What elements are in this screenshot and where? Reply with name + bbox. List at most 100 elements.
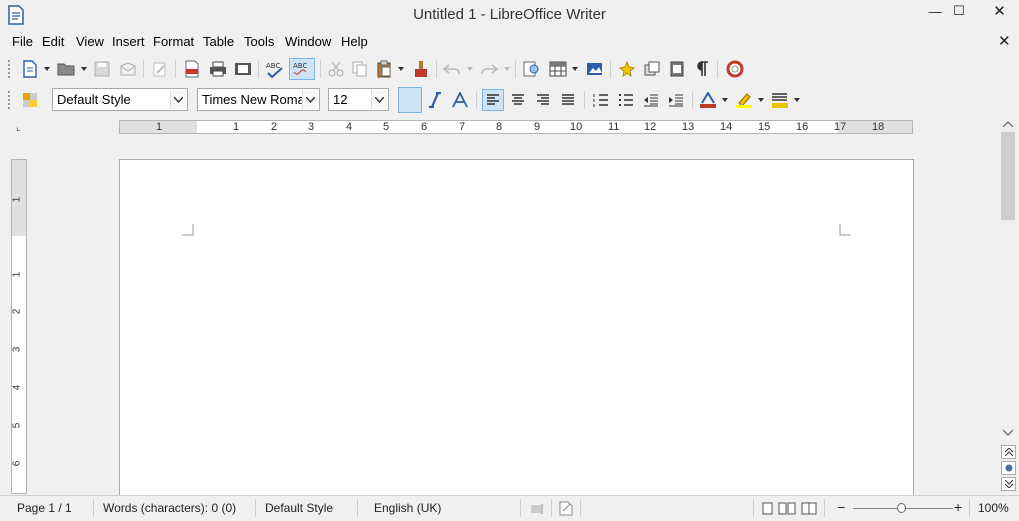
export-pdf-icon[interactable]	[181, 58, 203, 80]
font-name-select[interactable]: Times New Roman	[197, 88, 320, 111]
zoom-level[interactable]: 100%	[978, 501, 1009, 515]
insert-table-icon[interactable]	[547, 58, 569, 80]
menu-window[interactable]: Window	[285, 34, 331, 49]
document-page[interactable]	[119, 159, 914, 499]
chevron-down-icon[interactable]	[371, 90, 387, 109]
edit-mode-icon[interactable]	[149, 58, 171, 80]
zoom-out-button[interactable]: −	[837, 499, 845, 515]
cut-icon[interactable]	[325, 58, 347, 80]
page-style[interactable]: Default Style	[265, 501, 333, 515]
undo-icon[interactable]	[441, 58, 463, 80]
ruler-number: 18	[872, 121, 885, 133]
close-document-button[interactable]: ✕	[998, 32, 1011, 50]
vertical-ruler[interactable]: 1 1 2 3 4 5 6	[11, 159, 27, 494]
book-view-icon[interactable]	[801, 502, 819, 515]
menu-table[interactable]: Table	[203, 34, 234, 49]
standard-toolbar: ABC ABC	[0, 54, 1019, 84]
scrollbar-thumb[interactable]	[1001, 132, 1015, 220]
bullet-list-icon[interactable]	[615, 89, 637, 111]
chevron-down-icon[interactable]	[757, 93, 765, 107]
toolbar-grip[interactable]	[8, 60, 12, 78]
copy-icon[interactable]	[349, 58, 371, 80]
maximize-button[interactable]: ☐	[944, 0, 974, 22]
toolbar-grip[interactable]	[8, 91, 12, 109]
menu-view[interactable]: View	[76, 34, 104, 49]
paste-icon[interactable]	[373, 58, 395, 80]
insert-image-icon[interactable]	[584, 58, 606, 80]
chevron-down-icon[interactable]	[80, 62, 88, 76]
bold-toggle[interactable]	[398, 87, 422, 113]
star-icon[interactable]	[616, 58, 638, 80]
outline-font-icon[interactable]	[449, 89, 471, 111]
menu-format[interactable]: Format	[153, 34, 194, 49]
paragraph-style-select[interactable]: Default Style	[52, 88, 188, 111]
chevron-down-icon[interactable]	[503, 62, 511, 76]
auto-spellcheck-icon[interactable]: ABC	[289, 58, 315, 80]
ruler-number: 15	[758, 121, 771, 133]
print-preview-icon[interactable]	[232, 58, 254, 80]
save-icon[interactable]	[91, 58, 113, 80]
page-count[interactable]: Page 1 / 1	[17, 501, 72, 515]
document-modified-icon[interactable]	[559, 501, 573, 516]
spelling-icon[interactable]: ABC	[264, 58, 286, 80]
numbered-list-icon[interactable]	[590, 89, 612, 111]
close-window-button[interactable]: ✕	[980, 0, 1019, 22]
help-lifebuoy-icon[interactable]	[724, 58, 746, 80]
align-right-icon[interactable]	[532, 89, 554, 111]
title-bar: Untitled 1 - LibreOffice Writer — ☐ ✕	[0, 0, 1019, 30]
new-document-icon[interactable]	[19, 58, 41, 80]
scroll-up-icon[interactable]	[1003, 120, 1013, 128]
insert-mode-icon[interactable]	[530, 503, 544, 515]
previous-page-icon[interactable]	[1001, 445, 1016, 459]
email-icon[interactable]	[117, 58, 139, 80]
justify-icon[interactable]	[557, 89, 579, 111]
chevron-down-icon[interactable]	[170, 90, 186, 109]
align-left-icon[interactable]	[482, 89, 504, 111]
vertical-scrollbar[interactable]	[999, 118, 1018, 494]
next-page-icon[interactable]	[1001, 477, 1016, 491]
chevron-down-icon[interactable]	[397, 62, 405, 76]
font-color-icon[interactable]	[697, 89, 719, 111]
styles-panel-icon[interactable]	[19, 89, 41, 111]
insert-textbox-icon[interactable]	[666, 58, 688, 80]
redo-icon[interactable]	[478, 58, 500, 80]
formatting-marks-icon[interactable]	[691, 58, 713, 80]
chevron-down-icon[interactable]	[466, 62, 474, 76]
menu-tools[interactable]: Tools	[244, 34, 274, 49]
chevron-down-icon[interactable]	[721, 93, 729, 107]
tab-stop-selector[interactable]: ⌞	[16, 122, 21, 133]
navigator-icon[interactable]	[1001, 461, 1016, 475]
italic-icon[interactable]	[424, 89, 446, 111]
menu-file[interactable]: File	[12, 34, 33, 49]
chevron-down-icon[interactable]	[793, 93, 801, 107]
ruler-number: 13	[682, 121, 695, 133]
font-size-select[interactable]: 12	[328, 88, 389, 111]
zoom-in-button[interactable]: +	[954, 499, 962, 515]
horizontal-ruler[interactable]: 1 1 2 3 4 5 6 7 8 9 10 11 12 13 14 15 16 17 18	[119, 120, 913, 134]
increase-indent-icon[interactable]	[665, 89, 687, 111]
menu-help[interactable]: Help	[341, 34, 368, 49]
scroll-down-icon[interactable]	[1003, 429, 1013, 437]
word-count[interactable]: Words (characters): 0 (0)	[103, 501, 236, 515]
open-folder-icon[interactable]	[55, 58, 77, 80]
background-color-icon[interactable]	[769, 89, 791, 111]
formatting-toolbar: Default Style Times New Roman 12	[0, 85, 1019, 115]
clone-formatting-icon[interactable]	[410, 58, 432, 80]
ruler-number: 6	[421, 121, 428, 133]
chevron-down-icon[interactable]	[43, 62, 51, 76]
menu-insert[interactable]: Insert	[112, 34, 145, 49]
align-center-icon[interactable]	[507, 89, 529, 111]
zoom-slider-thumb[interactable]	[897, 503, 906, 513]
chevron-down-icon[interactable]	[302, 90, 318, 109]
chevron-down-icon[interactable]	[571, 62, 579, 76]
toolbar-separator	[476, 91, 477, 109]
multi-page-view-icon[interactable]	[778, 502, 796, 515]
insert-frame-icon[interactable]	[641, 58, 663, 80]
single-page-view-icon[interactable]	[762, 502, 774, 515]
text-language[interactable]: English (UK)	[374, 501, 441, 515]
print-icon[interactable]	[207, 58, 229, 80]
menu-edit[interactable]: Edit	[42, 34, 64, 49]
highlighting-icon[interactable]	[733, 89, 755, 111]
find-replace-icon[interactable]	[521, 58, 543, 80]
decrease-indent-icon[interactable]	[640, 89, 662, 111]
